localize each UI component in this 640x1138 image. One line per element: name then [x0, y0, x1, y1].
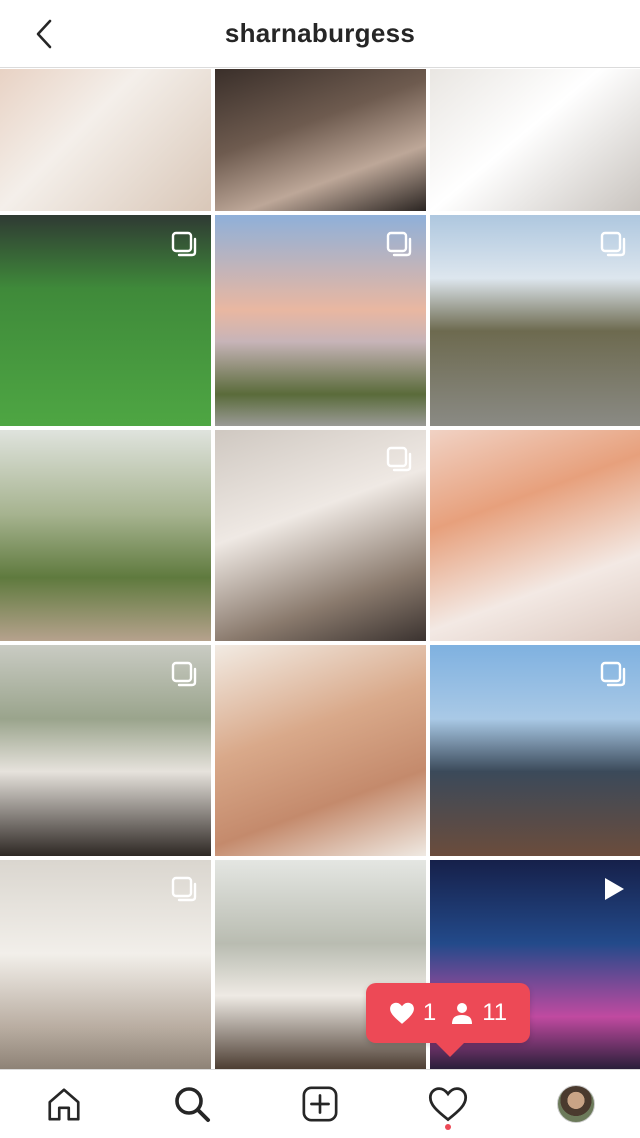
search-icon: [175, 1087, 210, 1122]
carousel-icon: [171, 876, 197, 902]
grid-post-11[interactable]: [215, 645, 426, 856]
activity-heart-icon: [428, 1087, 468, 1122]
person-icon: [452, 1003, 473, 1024]
post-thumbnail-image: [215, 69, 426, 211]
post-thumbnail-image: [0, 69, 211, 211]
tab-search[interactable]: [152, 1070, 232, 1138]
grid-post-13[interactable]: [0, 860, 211, 1069]
carousel-icon: [171, 661, 197, 687]
tab-profile[interactable]: [536, 1070, 616, 1138]
top-bar: sharnaburgess: [0, 0, 640, 68]
grid-post-6[interactable]: [430, 215, 640, 426]
post-thumbnail-image: [430, 430, 640, 641]
profile-avatar: [557, 1085, 595, 1123]
grid-post-9[interactable]: [430, 430, 640, 641]
likes-count: 1: [422, 999, 437, 1026]
post-thumbnail-image: [430, 69, 640, 211]
carousel-icon: [386, 446, 412, 472]
heart-icon: [389, 1002, 414, 1024]
new-post-icon: [302, 1086, 338, 1122]
home-icon: [48, 1088, 80, 1121]
video-icon: [605, 878, 624, 900]
carousel-icon: [386, 231, 412, 257]
carousel-icon: [600, 231, 626, 257]
carousel-icon: [600, 661, 626, 687]
grid-post-1[interactable]: [0, 69, 211, 211]
post-thumbnail-image: [0, 430, 211, 641]
profile-username-title: sharnaburgess: [224, 18, 416, 48]
grid-post-12[interactable]: [430, 645, 640, 856]
activity-indicator-dot: [445, 1124, 451, 1130]
grid-post-4[interactable]: [0, 215, 211, 426]
grid-post-7[interactable]: [0, 430, 211, 641]
grid-post-8[interactable]: [215, 430, 426, 641]
carousel-icon: [171, 231, 197, 257]
bottom-tab-bar: [0, 1069, 640, 1138]
grid-post-3[interactable]: [430, 69, 640, 211]
grid-post-2[interactable]: [215, 69, 426, 211]
posts-grid: [0, 69, 640, 1069]
bubble-pointer: [436, 1043, 464, 1057]
grid-post-5[interactable]: [215, 215, 426, 426]
activity-notification-bubble[interactable]: 1 11: [366, 983, 530, 1057]
new-followers-count: 11: [482, 999, 508, 1026]
post-thumbnail-image: [215, 645, 426, 856]
tab-home[interactable]: [24, 1070, 104, 1138]
grid-post-10[interactable]: [0, 645, 211, 856]
tab-new-post[interactable]: [280, 1070, 360, 1138]
